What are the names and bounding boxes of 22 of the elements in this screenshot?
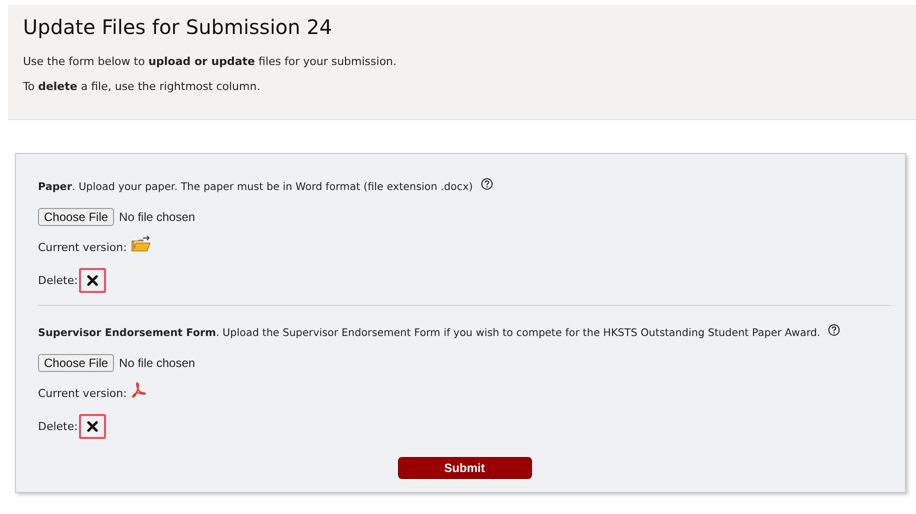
delete-label: Delete: xyxy=(38,274,78,287)
choose-file-button[interactable]: Choose File xyxy=(38,354,114,372)
field-description: Paper. Upload your paper. The paper must be in Word format (file extension .docx) xyxy=(38,181,473,193)
page-title: Update Files for Submission 24 xyxy=(23,15,334,39)
help-icon[interactable] xyxy=(828,324,840,336)
pdf-icon[interactable] xyxy=(130,382,147,398)
folder-icon[interactable] xyxy=(130,235,151,253)
intro-text: Use the form below to upload or update files for your submission. xyxy=(23,55,398,68)
current-version-label: Current version: xyxy=(38,386,127,400)
delete-button[interactable] xyxy=(78,268,106,293)
delete-label: Delete: xyxy=(38,420,78,433)
submit-button[interactable]: Submit xyxy=(398,457,532,479)
field-description: Supervisor Endorsement Form. Upload the Supervisor Endorsement Form if you wish to compete for the HKSTS Outstanding Student Paper Award. xyxy=(38,327,820,339)
intro-text: To delete a file, use the rightmost column. xyxy=(23,80,262,93)
close-icon xyxy=(86,275,98,286)
close-icon xyxy=(86,421,98,432)
delete-button[interactable] xyxy=(78,414,106,439)
file-status: No file chosen xyxy=(119,210,196,224)
choose-file-button[interactable]: Choose File xyxy=(38,208,114,226)
current-version-label: Current version: xyxy=(38,240,127,254)
help-icon[interactable] xyxy=(480,178,493,190)
file-status: No file chosen xyxy=(119,356,196,370)
